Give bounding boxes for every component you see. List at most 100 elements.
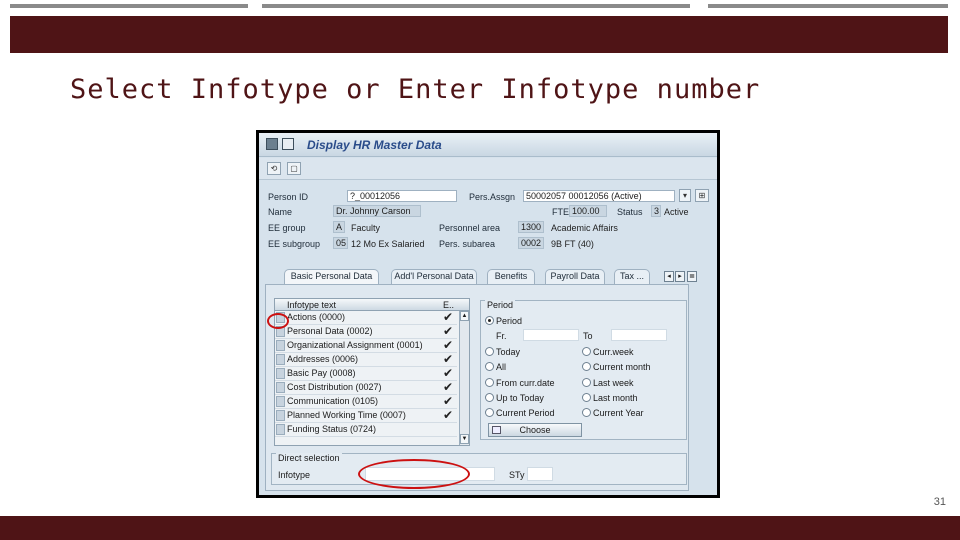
ee-group-label: EE group [268, 223, 306, 233]
ee-group-code-field: A [333, 221, 345, 233]
current-period-radio[interactable] [485, 408, 494, 417]
last-week-label: Last week [593, 378, 634, 388]
period-group-title: Period [485, 300, 516, 310]
infotype-name: Communication (0105) [287, 396, 379, 406]
checkmark-icon: ✔ [443, 366, 454, 380]
list-item[interactable]: Cost Distribution (0027) ✔ [275, 380, 457, 395]
tab-tax[interactable]: Tax ... [614, 269, 650, 284]
period-radio[interactable] [485, 316, 494, 325]
reference-icon[interactable]: ▢ [287, 162, 301, 175]
list-item[interactable]: Personal Data (0002) ✔ [275, 324, 457, 339]
direct-selection-title: Direct selection [276, 453, 342, 463]
name-label: Name [268, 207, 293, 217]
checkmark-icon: ✔ [443, 310, 454, 324]
all-label: All [496, 362, 507, 372]
status-label: Status [617, 207, 643, 217]
from-curr-date-radio[interactable] [485, 378, 494, 387]
current-year-radio[interactable] [582, 408, 591, 417]
list-item[interactable]: Planned Working Time (0007) ✔ [275, 408, 457, 423]
existence-column[interactable]: E.. [443, 300, 454, 310]
list-item[interactable]: Communication (0105) ✔ [275, 394, 457, 409]
choose-button[interactable]: Choose [488, 423, 582, 437]
row-selector[interactable] [276, 368, 285, 379]
list-item[interactable]: Funding Status (0724) [275, 423, 457, 437]
today-label: Today [496, 347, 521, 357]
person-id-field[interactable]: ?_00012056 [347, 190, 457, 202]
from-label: Fr. [496, 331, 507, 341]
from-curr-date-label: From curr.date [496, 378, 555, 388]
assignment-dropdown-icon[interactable]: ▾ [679, 189, 691, 202]
page-number: 31 [933, 496, 946, 508]
pers-subarea-code-field: 0002 [518, 237, 544, 249]
to-date-field[interactable] [611, 329, 667, 341]
tab-scroll-right-icon[interactable]: ▸ [675, 271, 685, 282]
pers-subarea-label: Pers. subarea [439, 239, 496, 249]
today-radio[interactable] [485, 347, 494, 356]
infotype-name: Personal Data (0002) [287, 326, 373, 336]
application-toolbar: ⟲ ▢ [259, 158, 717, 180]
list-item[interactable]: Addresses (0006) ✔ [275, 352, 457, 367]
last-month-label: Last month [593, 393, 638, 403]
tab-basic-personal-data[interactable]: Basic Personal Data [284, 269, 379, 284]
scroll-down-icon[interactable]: ▼ [460, 434, 469, 444]
curr-week-label: Curr.week [593, 347, 634, 357]
infotype-name: Addresses (0006) [287, 354, 359, 364]
slide-title: Select Infotype or Enter Infotype number [70, 74, 761, 105]
annotation-circle-infotype-row [267, 313, 289, 329]
infotype-name: Actions (0000) [287, 312, 346, 322]
search-person-icon[interactable]: ⟲ [267, 162, 281, 175]
list-item[interactable]: Basic Pay (0008) ✔ [275, 366, 457, 381]
up-to-today-radio[interactable] [485, 393, 494, 402]
ee-subgroup-text: 12 Mo Ex Salaried [351, 239, 425, 249]
sty-input[interactable] [527, 467, 553, 481]
pers-subarea-text: 9B FT (40) [551, 239, 594, 249]
personnel-area-text: Academic Affairs [551, 223, 618, 233]
row-selector[interactable] [276, 340, 285, 351]
current-year-label: Current Year [593, 408, 644, 418]
pers-assgn-field[interactable]: 50002057 00012056 (Active) [523, 190, 675, 202]
tab-addl-personal-data[interactable]: Add'l Personal Data [391, 269, 477, 284]
checkmark-icon: ✔ [443, 380, 454, 394]
calendar-icon [492, 426, 501, 434]
scroll-up-icon[interactable]: ▲ [460, 311, 469, 321]
infotype-list: Infotype text E.. Actions (0000) ✔ Perso… [274, 298, 470, 446]
person-id-label: Person ID [268, 192, 309, 202]
row-selector[interactable] [276, 396, 285, 407]
curr-week-radio[interactable] [582, 347, 591, 356]
checkmark-icon: ✔ [443, 338, 454, 352]
current-month-radio[interactable] [582, 362, 591, 371]
annotation-circle-infotype-input [358, 459, 470, 489]
list-item[interactable]: Actions (0000) ✔ [275, 310, 457, 325]
pers-assgn-label: Pers.Assgn [469, 192, 516, 202]
tab-list-icon[interactable]: ≣ [687, 271, 697, 282]
bottom-footer-band [0, 516, 960, 540]
all-radio[interactable] [485, 362, 494, 371]
last-month-radio[interactable] [582, 393, 591, 402]
document-icon[interactable] [282, 138, 294, 150]
tab-benefits[interactable]: Benefits [487, 269, 535, 284]
last-week-radio[interactable] [582, 378, 591, 387]
personnel-area-code-field: 1300 [518, 221, 544, 233]
infotype-text-column[interactable]: Infotype text [287, 300, 336, 310]
top-decorative-lines [10, 4, 948, 12]
from-date-field[interactable] [523, 329, 579, 341]
tab-payroll-data[interactable]: Payroll Data [545, 269, 605, 284]
tab-scroll-left-icon[interactable]: ◂ [664, 271, 674, 282]
name-field: Dr. Johnny Carson [333, 205, 421, 217]
infotype-list-header: Infotype text E.. [275, 299, 469, 311]
list-item[interactable]: Organizational Assignment (0001) ✔ [275, 338, 457, 353]
list-scrollbar[interactable]: ▲ ▼ [459, 311, 469, 445]
display-person-icon[interactable] [266, 138, 278, 150]
row-selector[interactable] [276, 424, 285, 435]
checkmark-icon: ✔ [443, 394, 454, 408]
row-selector[interactable] [276, 354, 285, 365]
window-title: Display HR Master Data [307, 138, 442, 152]
row-selector[interactable] [276, 410, 285, 421]
status-text: Active [664, 207, 689, 217]
row-selector[interactable] [276, 382, 285, 393]
checkmark-icon: ✔ [443, 324, 454, 338]
assignment-overview-icon[interactable]: ⊞ [695, 189, 709, 202]
sty-label: STy [509, 470, 525, 480]
current-month-label: Current month [593, 362, 651, 372]
personnel-area-label: Personnel area [439, 223, 501, 233]
